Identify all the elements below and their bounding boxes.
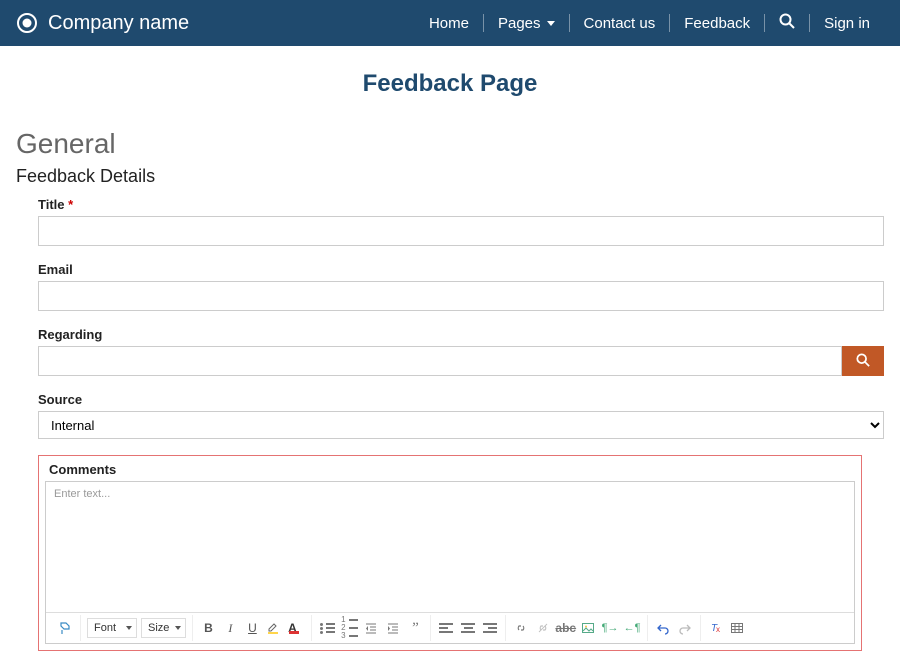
label-title: Title * <box>38 197 884 212</box>
group-email: Email <box>38 262 884 311</box>
numbered-list-button[interactable]: 123 <box>339 617 359 639</box>
outdent-button[interactable] <box>361 617 381 639</box>
chevron-down-icon <box>175 626 181 630</box>
chevron-down-icon <box>547 21 555 26</box>
align-right-button[interactable] <box>480 617 500 639</box>
svg-text:x: x <box>716 625 720 634</box>
underline-button[interactable]: U <box>242 617 262 639</box>
indent-button[interactable] <box>383 617 403 639</box>
label-title-text: Title <box>38 197 65 212</box>
table-button[interactable] <box>728 617 748 639</box>
nav-right: Home Pages Contact us Feedback Sign in <box>415 0 884 46</box>
bold-button[interactable]: B <box>198 617 218 639</box>
label-regarding: Regarding <box>38 327 884 342</box>
label-email: Email <box>38 262 884 277</box>
section-details: Feedback Details <box>16 166 884 187</box>
page-title: Feedback Page <box>0 70 900 98</box>
image-button[interactable] <box>578 617 598 639</box>
group-source: Source Internal <box>38 392 884 439</box>
brand-label: Company name <box>48 12 189 35</box>
blockquote-button[interactable]: ” <box>405 617 425 639</box>
editor-content[interactable]: Enter text... <box>46 482 854 612</box>
unlink-button[interactable] <box>533 617 553 639</box>
label-source: Source <box>38 392 884 407</box>
nav-pages-label: Pages <box>498 15 541 32</box>
comments-highlight-box: Comments Enter text... Font Size B I U <box>38 455 862 651</box>
size-selector[interactable]: Size <box>141 618 186 638</box>
form-container: General Feedback Details Title * Email R… <box>0 128 900 671</box>
rich-text-editor: Enter text... Font Size B I U <box>45 481 855 644</box>
search-icon <box>856 353 870 370</box>
search-icon <box>779 13 795 33</box>
link-button[interactable] <box>511 617 531 639</box>
text-direction-ltr-button[interactable]: ¶→ <box>600 617 620 639</box>
lookup-button[interactable] <box>842 346 884 376</box>
label-comments: Comments <box>49 462 855 477</box>
size-selector-label: Size <box>148 622 169 634</box>
nav-signin-label: Sign in <box>824 15 870 32</box>
font-selector-label: Font <box>94 622 116 634</box>
group-regarding: Regarding <box>38 327 884 376</box>
nav-search[interactable] <box>765 0 809 46</box>
bullet-list-button[interactable] <box>317 617 337 639</box>
align-center-button[interactable] <box>458 617 478 639</box>
nav-signin[interactable]: Sign in <box>810 0 884 46</box>
select-source[interactable]: Internal <box>38 411 884 439</box>
nav-home-label: Home <box>429 15 469 32</box>
nav-pages[interactable]: Pages <box>484 0 569 46</box>
italic-button[interactable]: I <box>220 617 240 639</box>
input-title[interactable] <box>38 216 884 246</box>
brand[interactable]: Company name <box>16 12 189 35</box>
nav-contact[interactable]: Contact us <box>570 0 670 46</box>
undo-button[interactable] <box>653 617 673 639</box>
input-email[interactable] <box>38 281 884 311</box>
clear-formatting-button[interactable]: Tx <box>706 617 726 639</box>
nav-contact-label: Contact us <box>584 15 656 32</box>
required-mark: * <box>68 197 73 212</box>
nav-feedback-label: Feedback <box>684 15 750 32</box>
chevron-down-icon <box>126 626 132 630</box>
nav-feedback[interactable]: Feedback <box>670 0 764 46</box>
strikethrough-button[interactable]: abc <box>555 617 576 639</box>
text-direction-rtl-button[interactable]: ←¶ <box>622 617 642 639</box>
editor-toolbar: Font Size B I U A <box>46 612 854 643</box>
highlight-color-button[interactable] <box>264 617 284 639</box>
input-regarding[interactable] <box>38 346 842 376</box>
target-icon <box>16 12 38 34</box>
font-selector[interactable]: Font <box>87 618 137 638</box>
nav-home[interactable]: Home <box>415 0 483 46</box>
group-title: Title * <box>38 197 884 246</box>
navbar: Company name Home Pages Contact us Feedb… <box>0 0 900 46</box>
section-general: General <box>16 128 884 160</box>
redo-button[interactable] <box>675 617 695 639</box>
font-color-button[interactable]: A <box>286 617 306 639</box>
format-painter-icon[interactable] <box>55 617 75 639</box>
align-left-button[interactable] <box>436 617 456 639</box>
